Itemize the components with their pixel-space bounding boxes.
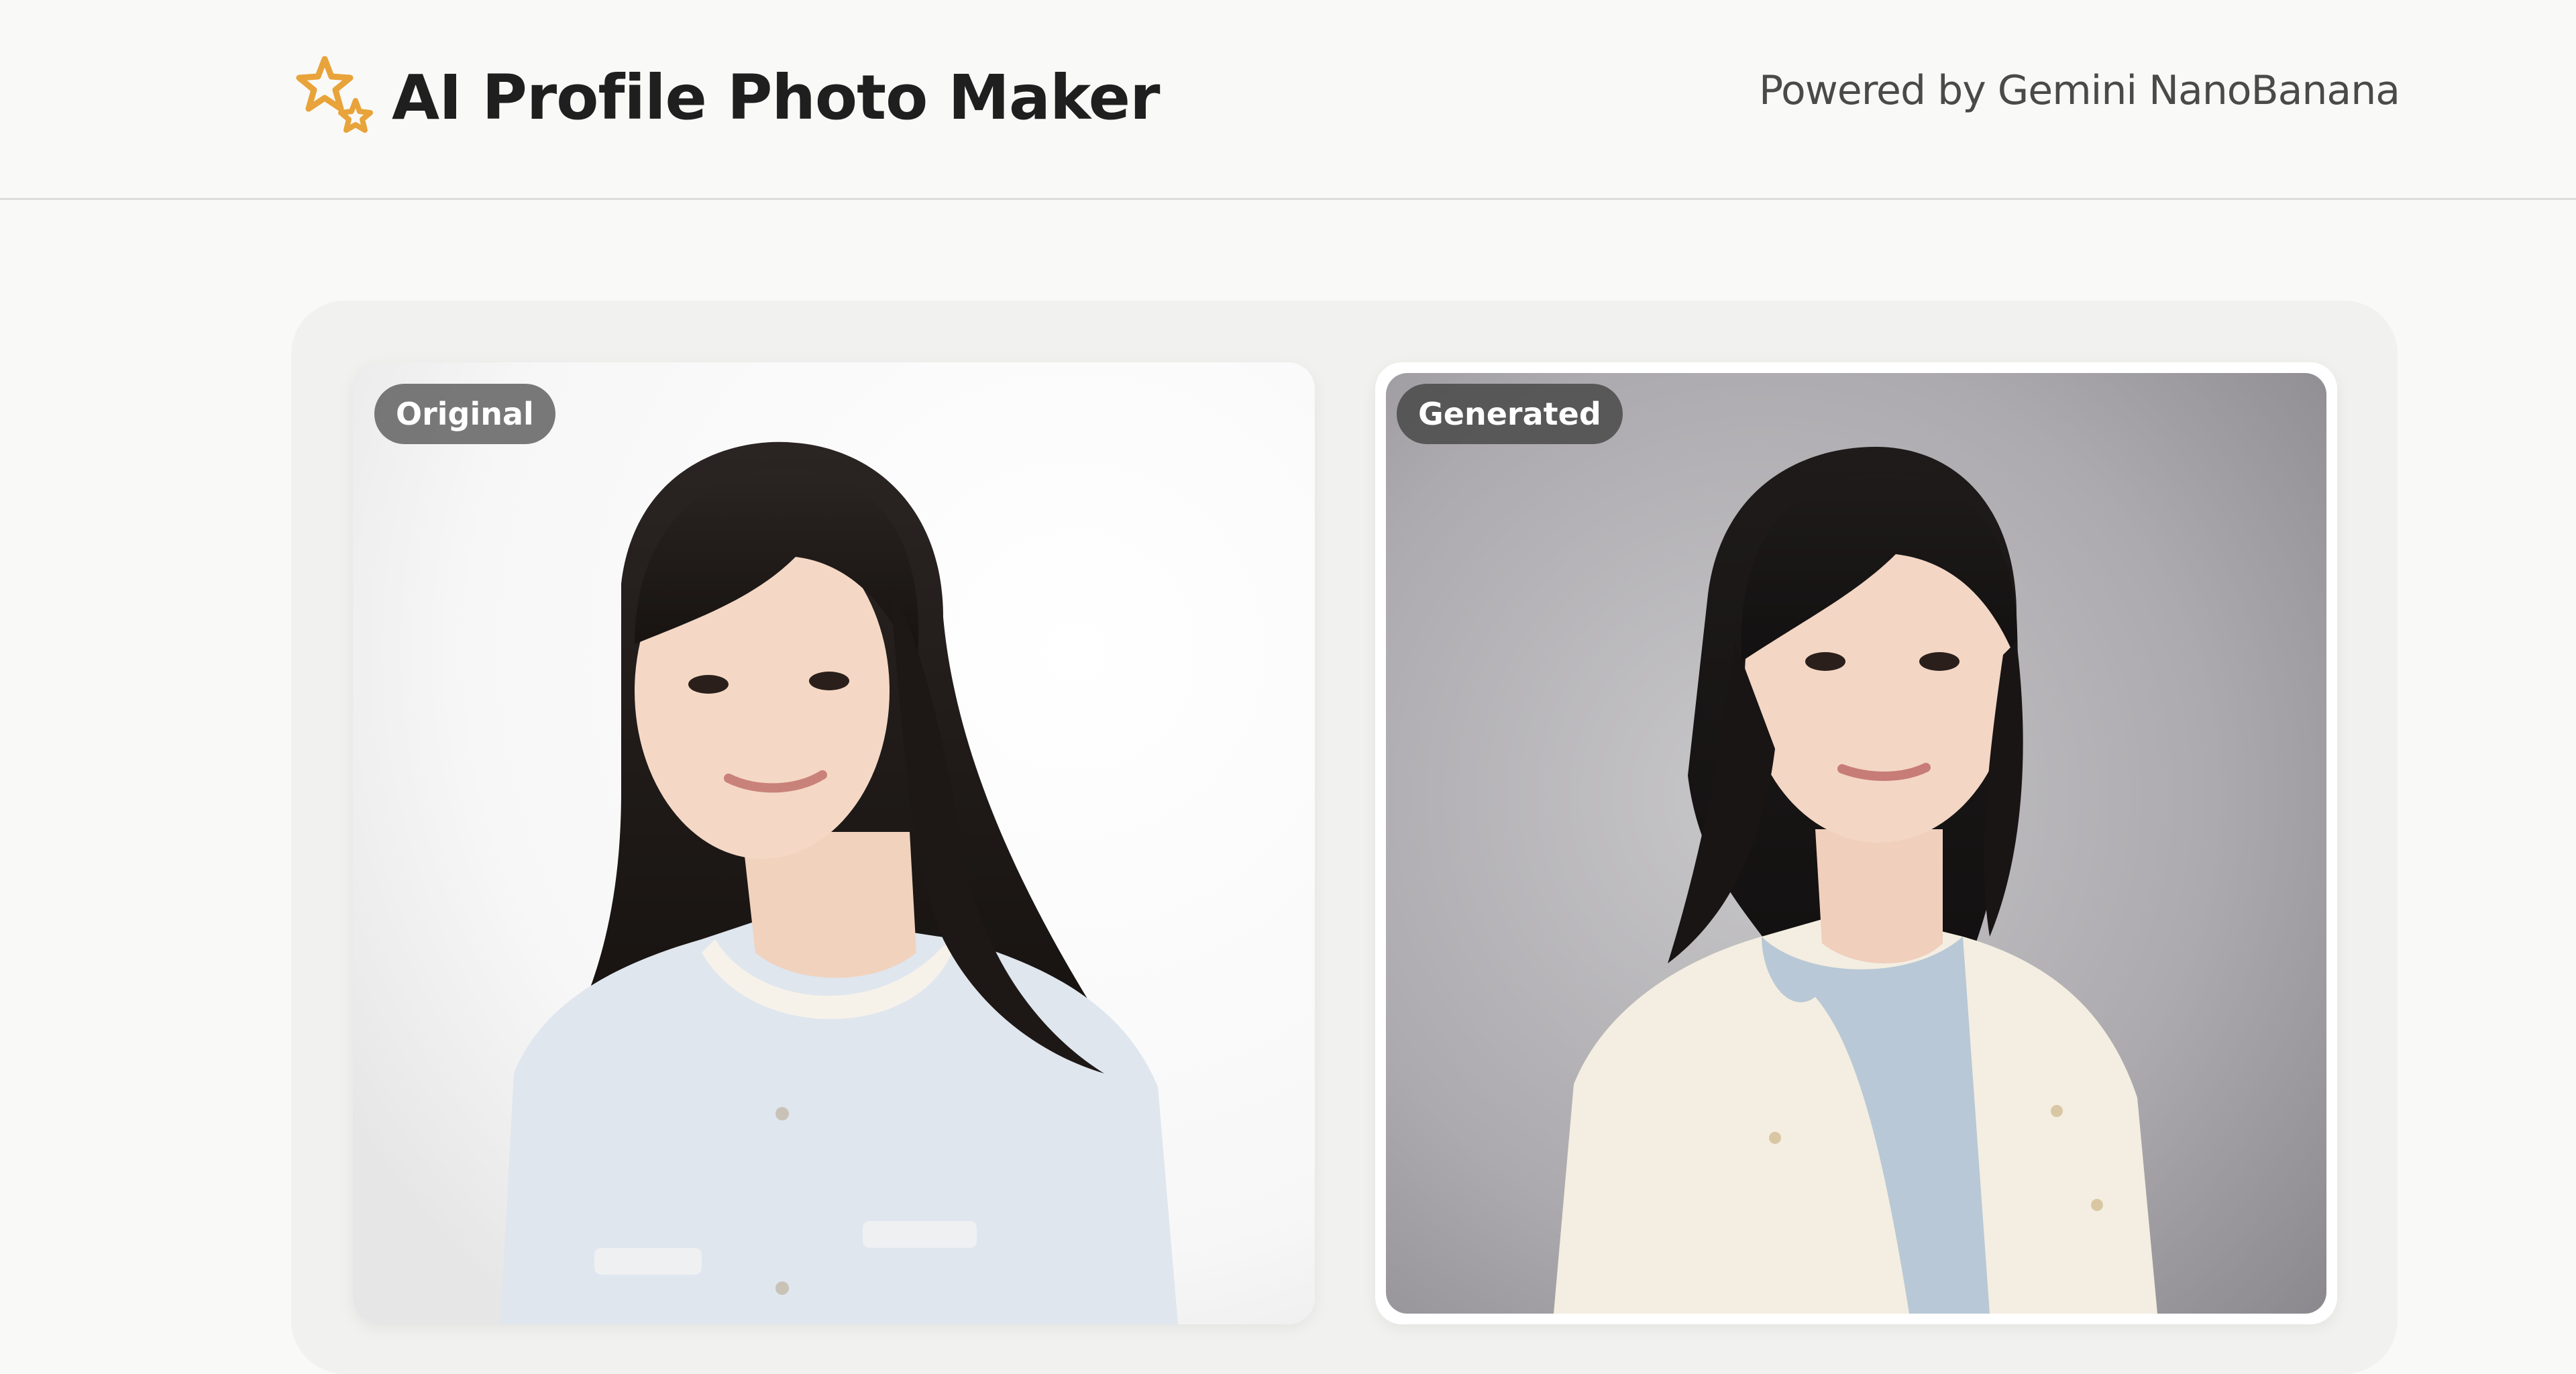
sparkle-stars-icon — [296, 56, 373, 133]
brand: AI Profile Photo Maker — [290, 54, 1160, 141]
app-title: AI Profile Photo Maker — [392, 61, 1160, 134]
generated-photo: Generated — [1386, 373, 2326, 1314]
app-header: AI Profile Photo Maker Powered by Gemini… — [0, 0, 2576, 200]
generated-photo-card[interactable]: Generated — [1375, 362, 2337, 1324]
original-photo-card[interactable]: Original — [353, 362, 1315, 1324]
powered-by-label: Powered by Gemini NanoBanana — [1758, 67, 2400, 114]
generated-badge: Generated — [1397, 384, 1623, 444]
original-badge: Original — [374, 384, 555, 444]
original-photo: Original — [353, 362, 1315, 1324]
